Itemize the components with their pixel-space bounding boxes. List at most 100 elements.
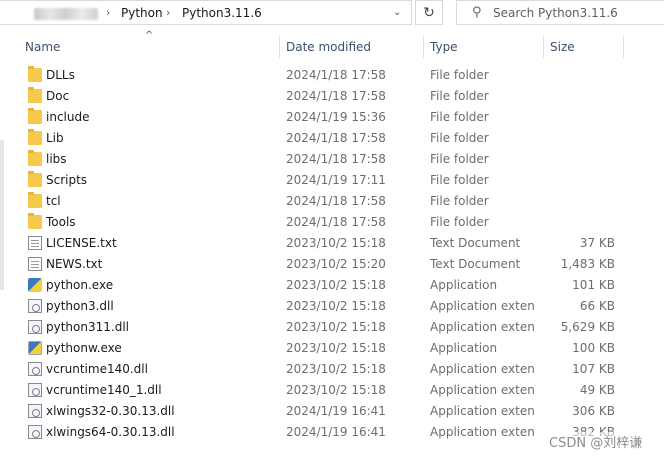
file-type: File folder — [430, 110, 489, 124]
file-type: Text Document — [430, 236, 521, 250]
breadcrumb-python[interactable]: Python — [121, 6, 163, 20]
folder-icon — [28, 66, 42, 82]
text-document-icon — [28, 257, 42, 271]
file-date-modified: 2023/10/2 15:18 — [286, 236, 386, 250]
file-date-modified: 2024/1/19 16:41 — [286, 404, 386, 418]
search-icon: ⚲ — [472, 5, 482, 20]
search-input[interactable] — [493, 5, 658, 21]
file-date-modified: 2023/10/2 15:18 — [286, 341, 386, 355]
folder-icon — [28, 171, 42, 187]
column-divider[interactable] — [623, 36, 624, 58]
file-type: Application exten... — [430, 299, 536, 313]
file-type: File folder — [430, 215, 489, 229]
file-row[interactable]: python3.dll 2023/10/2 15:18 Application ex… — [0, 296, 660, 317]
dll-icon — [28, 362, 42, 376]
folder-icon — [28, 150, 42, 166]
file-date-modified: 2024/1/19 16:41 — [286, 425, 386, 439]
file-size: 107 KB — [572, 362, 615, 376]
file-row[interactable]: python311.dll 2023/10/2 15:18 Application … — [0, 317, 660, 338]
file-name: vcruntime140_1.dll — [46, 383, 162, 397]
file-row[interactable]: vcruntime140.dll 2023/10/2 15:18 Applicati… — [0, 359, 660, 380]
file-name: tcl — [46, 194, 61, 208]
watermark: CSDN @刘梓谦 — [549, 432, 643, 451]
file-row[interactable]: LICENSE.txt 2023/10/2 15:18 Text Document 3… — [0, 233, 660, 254]
file-date-modified: 2024/1/18 17:58 — [286, 131, 386, 145]
file-row[interactable]: python.exe 2023/10/2 15:18 Application 101 … — [0, 275, 660, 296]
file-name: vcruntime140.dll — [46, 362, 148, 376]
file-row[interactable]: DLLs 2024/1/18 17:58 File folder — [0, 65, 660, 86]
text-document-icon — [28, 236, 42, 250]
file-name: python311.dll — [46, 320, 129, 334]
file-date-modified: 2024/1/19 15:36 — [286, 110, 386, 124]
file-date-modified: 2023/10/2 15:18 — [286, 362, 386, 376]
file-name: xlwings64-0.30.13.dll — [46, 425, 175, 439]
file-size: 101 KB — [572, 278, 615, 292]
breadcrumb-separator-icon: › — [106, 6, 111, 19]
file-name: include — [46, 110, 90, 124]
file-date-modified: 2024/1/18 17:58 — [286, 215, 386, 229]
file-size: 66 KB — [579, 299, 615, 313]
file-name: libs — [46, 152, 67, 166]
dll-icon — [28, 299, 42, 313]
python-exe-icon — [28, 278, 42, 292]
file-type: File folder — [430, 152, 489, 166]
file-type: Text Document — [430, 257, 521, 271]
file-row[interactable]: Doc 2024/1/18 17:58 File folder — [0, 86, 660, 107]
file-row[interactable]: Scripts 2024/1/19 17:11 File folder — [0, 170, 660, 191]
blurred-path-segment — [34, 8, 98, 20]
file-type: Application exten... — [430, 425, 536, 439]
sort-ascending-icon: ^ — [145, 30, 154, 41]
file-row[interactable]: vcruntime140_1.dll 2023/10/2 15:18 Applica… — [0, 380, 660, 401]
folder-icon — [28, 192, 42, 208]
column-header: ^ Name Date modified Type Size — [0, 30, 664, 60]
dll-icon — [28, 320, 42, 334]
file-type: Application exten... — [430, 320, 536, 334]
file-name: Doc — [46, 89, 70, 103]
address-toolbar: › Python › Python3.11.6 ⌄ ↻ ⚲ — [0, 0, 664, 26]
file-row[interactable]: libs 2024/1/18 17:58 File folder — [0, 149, 660, 170]
column-divider[interactable] — [543, 36, 544, 58]
breadcrumb-python3-11-6[interactable]: Python3.11.6 — [182, 6, 262, 20]
column-name[interactable]: Name — [25, 40, 60, 54]
breadcrumb-separator-icon: › — [166, 6, 171, 19]
file-date-modified: 2024/1/18 17:58 — [286, 194, 386, 208]
file-date-modified: 2023/10/2 15:18 — [286, 299, 386, 313]
file-row[interactable]: tcl 2024/1/18 17:58 File folder — [0, 191, 660, 212]
column-date-modified[interactable]: Date modified — [286, 40, 371, 54]
column-divider[interactable] — [423, 36, 424, 58]
file-row[interactable]: Tools 2024/1/18 17:58 File folder — [0, 212, 660, 233]
file-size: 1,483 KB — [560, 257, 615, 271]
folder-icon — [28, 87, 42, 103]
file-date-modified: 2023/10/2 15:18 — [286, 383, 386, 397]
file-row[interactable]: Lib 2024/1/18 17:58 File folder — [0, 128, 660, 149]
file-row[interactable]: xlwings32-0.30.13.dll 2024/1/19 16:41 Appl… — [0, 401, 660, 422]
file-name: LICENSE.txt — [46, 236, 117, 250]
file-size: 49 KB — [579, 383, 615, 397]
search-box[interactable]: ⚲ — [456, 0, 664, 25]
file-name: Scripts — [46, 173, 88, 187]
chevron-down-icon[interactable]: ⌄ — [393, 7, 401, 18]
file-row[interactable]: include 2024/1/19 15:36 File folder — [0, 107, 660, 128]
folder-icon — [28, 213, 42, 229]
file-name: pythonw.exe — [46, 341, 122, 355]
file-name: python3.dll — [46, 299, 114, 313]
refresh-button[interactable]: ↻ — [415, 0, 443, 25]
file-date-modified: 2024/1/18 17:58 — [286, 152, 386, 166]
column-divider[interactable] — [279, 36, 280, 58]
file-size: 306 KB — [572, 404, 615, 418]
column-type[interactable]: Type — [430, 40, 458, 54]
file-date-modified: 2024/1/18 17:58 — [286, 68, 386, 82]
file-type: Application exten... — [430, 383, 536, 397]
file-row[interactable]: NEWS.txt 2023/10/2 15:20 Text Document 1,48… — [0, 254, 660, 275]
file-date-modified: 2023/10/2 15:20 — [286, 257, 386, 271]
address-bar[interactable]: › Python › Python3.11.6 ⌄ — [0, 0, 412, 25]
file-row[interactable]: pythonw.exe 2023/10/2 15:18 Application 100… — [0, 338, 660, 359]
file-type: File folder — [430, 131, 489, 145]
file-date-modified: 2023/10/2 15:18 — [286, 320, 386, 334]
file-name: xlwings32-0.30.13.dll — [46, 404, 175, 418]
dll-icon — [28, 425, 42, 439]
pythonw-exe-icon — [28, 341, 42, 355]
folder-icon — [28, 129, 42, 145]
column-size[interactable]: Size — [550, 40, 575, 54]
file-type: File folder — [430, 194, 489, 208]
